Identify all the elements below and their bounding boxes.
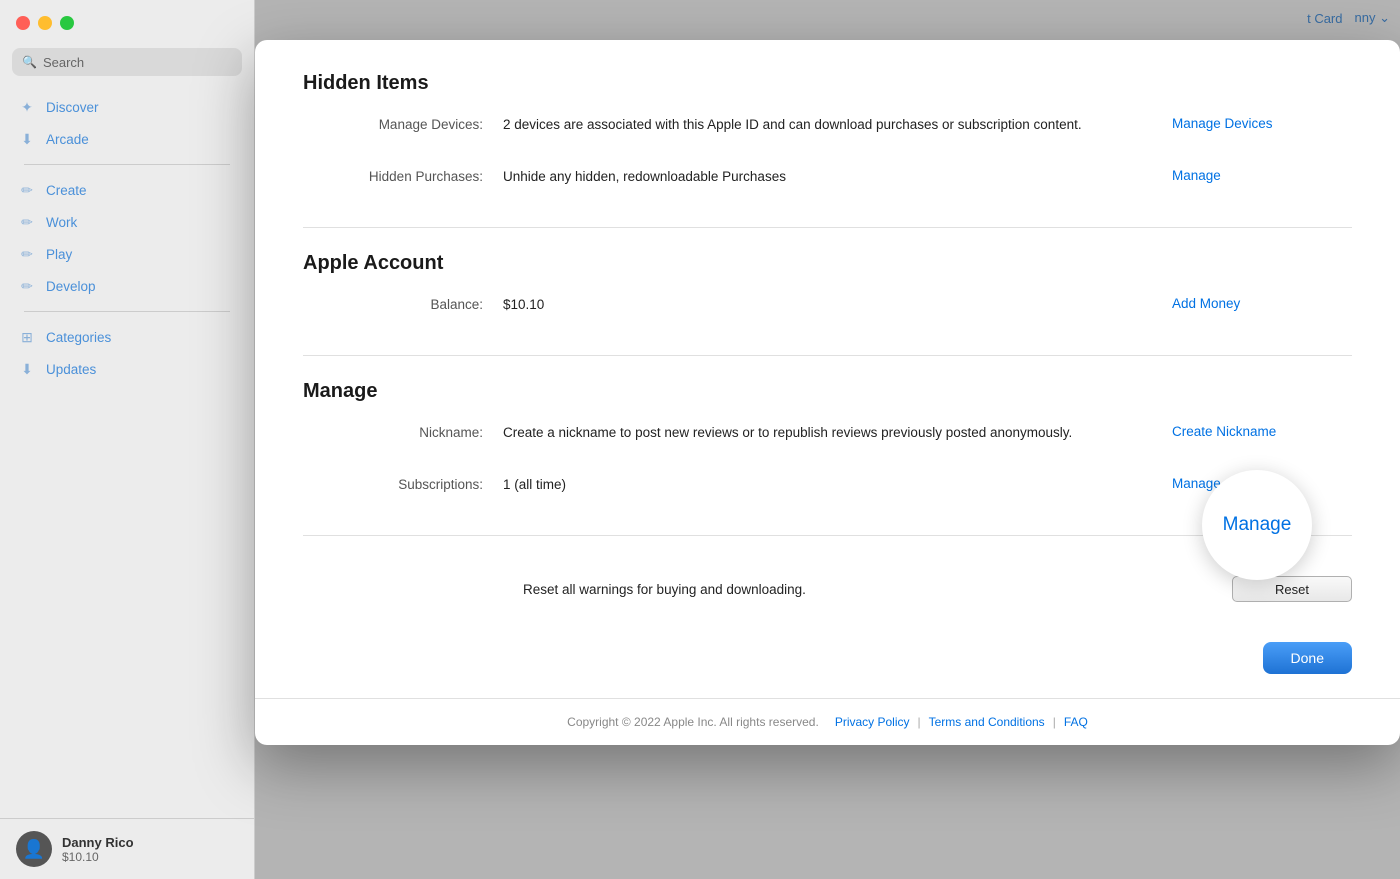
manage-title: Manage xyxy=(303,380,1352,403)
profile-info: Danny Rico $10.10 xyxy=(62,835,134,864)
balance-value: $10.10 xyxy=(503,295,1152,315)
divider-1 xyxy=(303,227,1352,228)
nickname-row: Nickname: Create a nickname to post new … xyxy=(303,423,1352,459)
sidebar: 🔍 Search ✦ Discover ⬇ Arcade ✏ Create ✏ … xyxy=(0,0,255,879)
hidden-purchases-value: Unhide any hidden, redownloadable Purcha… xyxy=(503,167,1152,187)
create-nickname-button[interactable]: Create Nickname xyxy=(1172,424,1276,439)
manage-devices-value: 2 devices are associated with this Apple… xyxy=(503,115,1152,135)
sidebar-item-label-updates: Updates xyxy=(46,362,96,377)
modal-overlay: Hidden Items Manage Devices: 2 devices a… xyxy=(255,0,1400,879)
profile-balance: $10.10 xyxy=(62,850,134,864)
manage-circle-button[interactable]: Manage xyxy=(1202,470,1312,580)
search-icon: 🔍 xyxy=(22,55,37,69)
arcade-icon: ⬇ xyxy=(18,130,36,148)
sidebar-item-categories[interactable]: ⊞ Categories xyxy=(8,322,246,352)
privacy-policy-link[interactable]: Privacy Policy xyxy=(835,715,910,729)
manage-devices-action: Manage Devices xyxy=(1152,115,1352,133)
main-content: t Card nny ⌄ Hidden Items Manage Devices… xyxy=(255,0,1400,879)
hidden-items-section: Hidden Items Manage Devices: 2 devices a… xyxy=(303,72,1352,203)
manage-devices-button[interactable]: Manage Devices xyxy=(1172,116,1273,131)
minimize-button[interactable] xyxy=(38,16,52,30)
done-button[interactable]: Done xyxy=(1263,642,1352,674)
manage-section: Manage Nickname: Create a nickname to po… xyxy=(303,380,1352,602)
reset-button[interactable]: Reset xyxy=(1232,576,1352,602)
manage-circle-label: Manage xyxy=(1223,514,1292,536)
sidebar-item-label-discover: Discover xyxy=(46,100,99,115)
sidebar-item-updates[interactable]: ⬇ Updates xyxy=(8,354,246,384)
categories-icon: ⊞ xyxy=(18,328,36,346)
subscriptions-label: Subscriptions: xyxy=(303,475,503,492)
sidebar-item-label-work: Work xyxy=(46,215,77,230)
updates-icon: ⬇ xyxy=(18,360,36,378)
search-bar[interactable]: 🔍 Search xyxy=(12,48,242,76)
sidebar-item-label-play: Play xyxy=(46,247,72,262)
modal-copyright: Copyright © 2022 Apple Inc. All rights r… xyxy=(255,698,1400,745)
avatar-icon: 👤 xyxy=(23,839,45,860)
faq-link[interactable]: FAQ xyxy=(1064,715,1088,729)
traffic-lights xyxy=(16,16,74,30)
hidden-purchases-row: Hidden Purchases: Unhide any hidden, red… xyxy=(303,167,1352,203)
add-money-button[interactable]: Add Money xyxy=(1172,296,1240,311)
modal-dialog: Hidden Items Manage Devices: 2 devices a… xyxy=(255,40,1400,745)
sidebar-item-label-develop: Develop xyxy=(46,279,96,294)
balance-row: Balance: $10.10 Add Money xyxy=(303,295,1352,331)
sidebar-nav: ✦ Discover ⬇ Arcade ✏ Create ✏ Work ✏ Pl… xyxy=(0,92,254,384)
sidebar-item-label-arcade: Arcade xyxy=(46,132,89,147)
divider-2 xyxy=(303,355,1352,356)
nickname-value: Create a nickname to post new reviews or… xyxy=(503,423,1152,443)
hidden-items-title: Hidden Items xyxy=(303,72,1352,95)
nickname-label: Nickname: xyxy=(303,423,503,440)
sidebar-item-arcade[interactable]: ⬇ Arcade xyxy=(8,124,246,154)
play-icon: ✏ xyxy=(18,245,36,263)
work-icon: ✏ xyxy=(18,213,36,231)
subscriptions-row: Subscriptions: 1 (all time) Manage xyxy=(303,475,1352,511)
sidebar-item-work[interactable]: ✏ Work xyxy=(8,207,246,237)
sidebar-item-label-create: Create xyxy=(46,183,87,198)
close-button[interactable] xyxy=(16,16,30,30)
reset-row: Reset all warnings for buying and downlo… xyxy=(303,560,1352,602)
develop-icon: ✏ xyxy=(18,277,36,295)
sidebar-item-develop[interactable]: ✏ Develop xyxy=(8,271,246,301)
hidden-purchases-label: Hidden Purchases: xyxy=(303,167,503,184)
sidebar-item-discover[interactable]: ✦ Discover xyxy=(8,92,246,122)
search-label: Search xyxy=(43,55,84,70)
maximize-button[interactable] xyxy=(60,16,74,30)
terms-link[interactable]: Terms and Conditions xyxy=(929,715,1045,729)
sidebar-item-label-categories: Categories xyxy=(46,330,111,345)
sidebar-divider-2 xyxy=(24,311,230,312)
app-background: 🔍 Search ✦ Discover ⬇ Arcade ✏ Create ✏ … xyxy=(0,0,1400,879)
divider-3 xyxy=(303,535,1352,536)
apple-account-title: Apple Account xyxy=(303,252,1352,275)
avatar: 👤 xyxy=(16,831,52,867)
discover-icon: ✦ xyxy=(18,98,36,116)
hidden-purchases-manage-button[interactable]: Manage xyxy=(1172,168,1221,183)
copyright-text: Copyright © 2022 Apple Inc. All rights r… xyxy=(567,715,819,729)
hidden-purchases-action: Manage xyxy=(1152,167,1352,185)
apple-account-section: Apple Account Balance: $10.10 Add Money xyxy=(303,252,1352,331)
manage-devices-label: Manage Devices: xyxy=(303,115,503,132)
profile-name: Danny Rico xyxy=(62,835,134,850)
nickname-action: Create Nickname xyxy=(1152,423,1352,441)
subscriptions-value: 1 (all time) xyxy=(503,475,1152,495)
sidebar-item-play[interactable]: ✏ Play xyxy=(8,239,246,269)
balance-label: Balance: xyxy=(303,295,503,312)
manage-devices-row: Manage Devices: 2 devices are associated… xyxy=(303,115,1352,151)
sidebar-item-create[interactable]: ✏ Create xyxy=(8,175,246,205)
balance-action: Add Money xyxy=(1152,295,1352,313)
reset-description: Reset all warnings for buying and downlo… xyxy=(303,582,1212,597)
sidebar-profile[interactable]: 👤 Danny Rico $10.10 xyxy=(0,818,254,879)
sidebar-divider xyxy=(24,164,230,165)
modal-footer: Done xyxy=(255,626,1400,698)
create-icon: ✏ xyxy=(18,181,36,199)
subscriptions-manage-button[interactable]: Manage xyxy=(1172,476,1221,491)
